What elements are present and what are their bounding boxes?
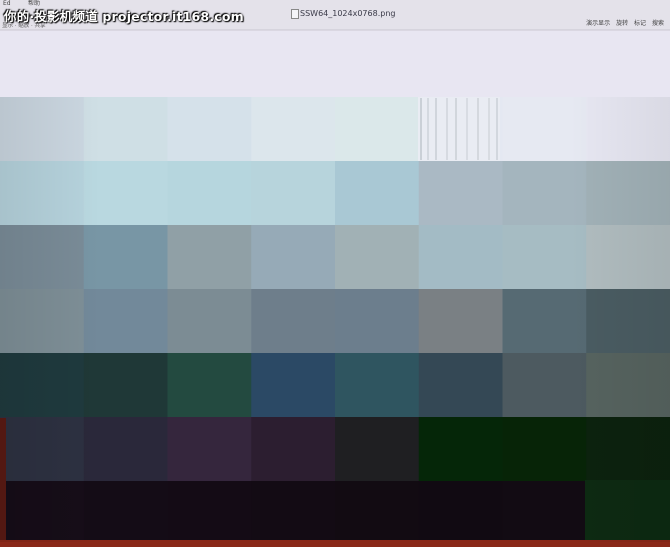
toolbar-right: 演示显示 旋转 标记 搜索 bbox=[582, 18, 664, 27]
toolbar-item-rotate[interactable]: 旋转 bbox=[616, 20, 628, 27]
png-file-icon bbox=[291, 9, 299, 19]
toolbar-item-search[interactable]: 搜索 bbox=[652, 20, 664, 27]
bright-top-band bbox=[0, 31, 670, 97]
toolbar-item-markup[interactable]: 标记 bbox=[634, 20, 646, 27]
lens-vignette bbox=[0, 97, 670, 542]
projected-test-pattern-photo bbox=[0, 0, 670, 547]
toolbar-item-slideshow[interactable]: 演示显示 bbox=[586, 20, 610, 27]
window-title: SSW64_1024x0768.png bbox=[300, 9, 396, 18]
site-watermark: 你的·投影机频道 projector.it168.com bbox=[4, 9, 244, 24]
